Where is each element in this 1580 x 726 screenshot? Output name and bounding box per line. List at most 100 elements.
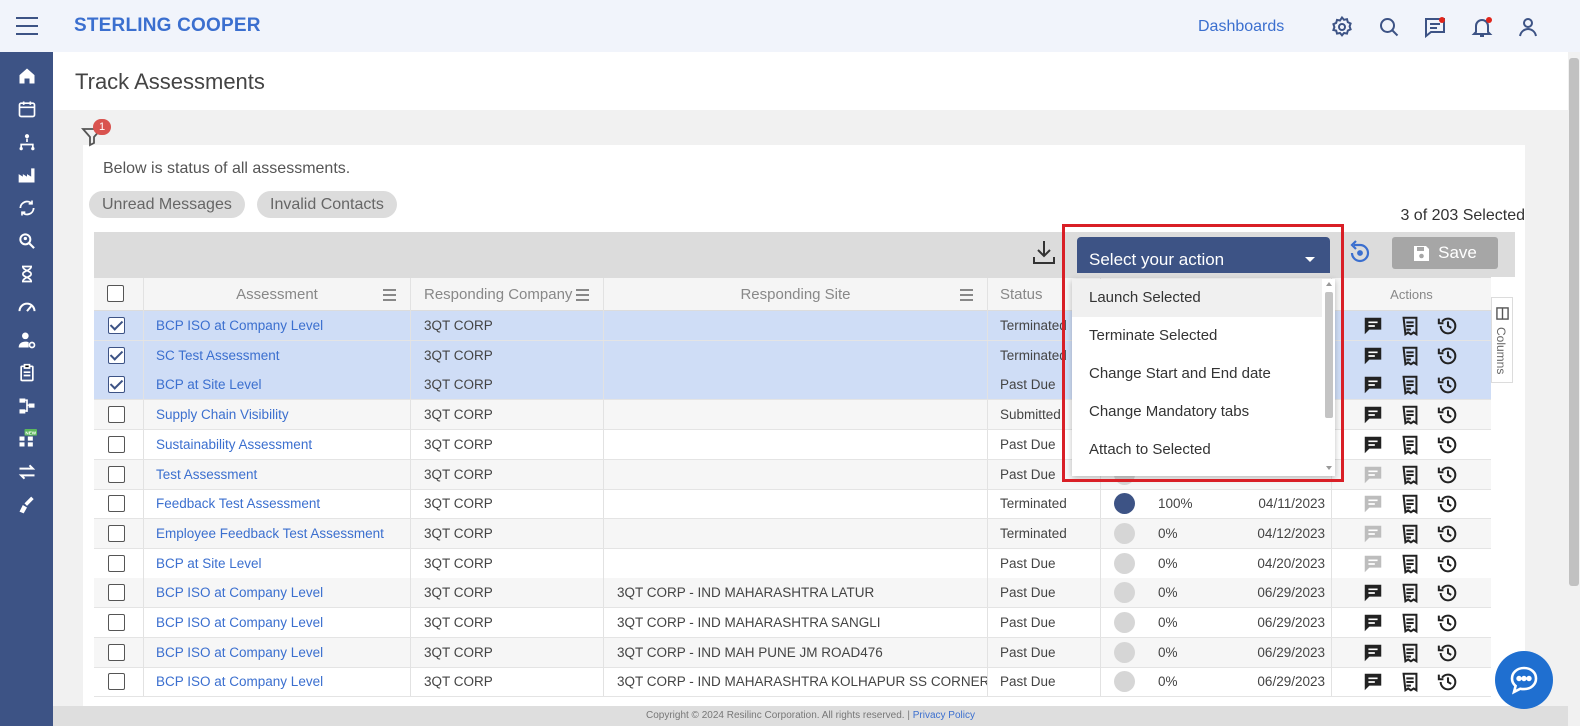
history-action-button[interactable] (1437, 671, 1459, 693)
details-action-button[interactable] (1399, 582, 1421, 604)
assessment-link[interactable]: Sustainability Assessment (144, 429, 411, 459)
assessment-link[interactable]: Supply Chain Visibility (144, 400, 411, 430)
history-action-button[interactable] (1437, 404, 1459, 426)
message-action-button[interactable] (1362, 464, 1384, 486)
history-action-button[interactable] (1437, 582, 1459, 604)
rail-item-sitemap[interactable] (0, 394, 53, 418)
message-action-button[interactable] (1362, 374, 1384, 396)
header-company[interactable]: Responding Company (411, 278, 604, 312)
unread-messages-chip[interactable]: Unread Messages (89, 191, 245, 218)
details-action-button[interactable] (1399, 523, 1421, 545)
message-action-button[interactable] (1362, 582, 1384, 604)
rail-item-hourglass[interactable] (0, 262, 53, 286)
message-action-button[interactable] (1362, 404, 1384, 426)
row-checkbox[interactable] (108, 643, 125, 661)
table-row[interactable]: BCP ISO at Company Level 3QT CORP 3QT CORP… (94, 637, 1491, 668)
row-checkbox[interactable] (108, 465, 125, 483)
rail-item-clipboard[interactable] (0, 361, 53, 385)
row-checkbox[interactable] (108, 346, 125, 364)
row-checkbox[interactable] (108, 376, 125, 394)
message-action-button[interactable] (1362, 642, 1384, 664)
history-action-button[interactable] (1437, 464, 1459, 486)
history-action-button[interactable] (1437, 345, 1459, 367)
history-action-button[interactable] (1437, 315, 1459, 337)
assessment-link[interactable]: SC Test Assessment (144, 340, 411, 370)
message-action-button[interactable] (1362, 493, 1384, 515)
history-action-button[interactable] (1437, 493, 1459, 515)
message-action-button[interactable] (1362, 553, 1384, 575)
assessment-link[interactable]: BCP ISO at Company Level (144, 637, 411, 667)
column-menu-icon[interactable] (576, 289, 589, 304)
header-assessment[interactable]: Assessment (144, 278, 411, 312)
details-action-button[interactable] (1399, 553, 1421, 575)
message-action-button[interactable] (1362, 523, 1384, 545)
rail-item-factory[interactable] (0, 163, 53, 187)
menu-toggle-button[interactable] (0, 0, 53, 52)
assessment-link[interactable]: Employee Feedback Test Assessment (144, 518, 411, 548)
assessment-link[interactable]: BCP ISO at Company Level (144, 311, 411, 340)
rail-item-cycle[interactable] (0, 196, 53, 220)
profile-button[interactable] (1516, 15, 1540, 39)
settings-button[interactable] (1330, 15, 1354, 39)
table-row[interactable]: Feedback Test Assessment 3QT CORP Terminat… (94, 489, 1491, 520)
details-action-button[interactable] (1399, 434, 1421, 456)
rail-item-search-user[interactable] (0, 229, 53, 253)
details-action-button[interactable] (1399, 404, 1421, 426)
notifications-button[interactable] (1470, 15, 1494, 39)
details-action-button[interactable] (1399, 345, 1421, 367)
rail-item-user-settings[interactable] (0, 328, 53, 352)
message-action-button[interactable] (1362, 345, 1384, 367)
row-checkbox[interactable] (108, 317, 125, 334)
table-row[interactable]: Employee Feedback Test Assessment 3QT COR… (94, 518, 1491, 549)
dashboards-link[interactable]: Dashboards (1198, 18, 1284, 36)
messages-button[interactable] (1423, 15, 1447, 39)
row-checkbox[interactable] (108, 673, 125, 691)
table-row[interactable]: BCP ISO at Company Level 3QT CORP 3QT CORP… (94, 608, 1491, 638)
column-menu-icon[interactable] (383, 289, 396, 304)
assessment-link[interactable]: BCP ISO at Company Level (144, 667, 411, 697)
details-action-button[interactable] (1399, 493, 1421, 515)
history-action-button[interactable] (1437, 612, 1459, 634)
details-action-button[interactable] (1399, 642, 1421, 664)
row-checkbox[interactable] (108, 584, 125, 602)
history-action-button[interactable] (1437, 374, 1459, 396)
row-checkbox[interactable] (108, 406, 125, 424)
invalid-contacts-chip[interactable]: Invalid Contacts (257, 191, 397, 218)
table-row[interactable]: BCP ISO at Company Level 3QT CORP 3QT CORP… (94, 578, 1491, 609)
row-checkbox[interactable] (108, 614, 125, 631)
assessment-link[interactable]: BCP ISO at Company Level (144, 608, 411, 637)
table-row[interactable]: BCP at Site Level 3QT CORP Past Due 0% 04/20… (94, 548, 1491, 579)
message-action-button[interactable] (1362, 434, 1384, 456)
rail-item-gauge[interactable] (0, 295, 53, 319)
details-action-button[interactable] (1399, 315, 1421, 337)
details-action-button[interactable] (1399, 374, 1421, 396)
column-menu-icon[interactable] (960, 289, 973, 304)
message-action-button[interactable] (1362, 671, 1384, 693)
row-checkbox[interactable] (108, 435, 125, 453)
history-action-button[interactable] (1437, 523, 1459, 545)
history-action-button[interactable] (1437, 434, 1459, 456)
details-action-button[interactable] (1399, 464, 1421, 486)
details-action-button[interactable] (1399, 612, 1421, 634)
chat-button[interactable] (1495, 651, 1553, 709)
assessment-link[interactable]: BCP at Site Level (144, 548, 411, 578)
brand-logo[interactable]: STERLING COOPER (74, 15, 261, 37)
header-site[interactable]: Responding Site (604, 278, 988, 312)
rail-item-transfer[interactable] (0, 460, 53, 484)
assessment-link[interactable]: BCP ISO at Company Level (144, 578, 411, 608)
save-button[interactable]: Save (1392, 237, 1498, 269)
details-action-button[interactable] (1399, 671, 1421, 693)
rail-item-calendar[interactable] (0, 97, 53, 121)
rail-item-hand-edit[interactable] (0, 493, 53, 517)
row-checkbox[interactable] (108, 524, 125, 542)
privacy-policy-link[interactable]: Privacy Policy (913, 710, 975, 721)
message-action-button[interactable] (1362, 315, 1384, 337)
reset-button[interactable] (1347, 240, 1373, 266)
search-button[interactable] (1377, 15, 1401, 39)
download-button[interactable] (1032, 239, 1056, 265)
history-action-button[interactable] (1437, 642, 1459, 664)
rail-item-new-grid[interactable]: NEW (0, 427, 53, 451)
assessment-link[interactable]: BCP at Site Level (144, 370, 411, 400)
rail-item-home[interactable] (0, 64, 53, 88)
table-row[interactable]: BCP ISO at Company Level 3QT CORP 3QT CORP… (94, 667, 1491, 698)
